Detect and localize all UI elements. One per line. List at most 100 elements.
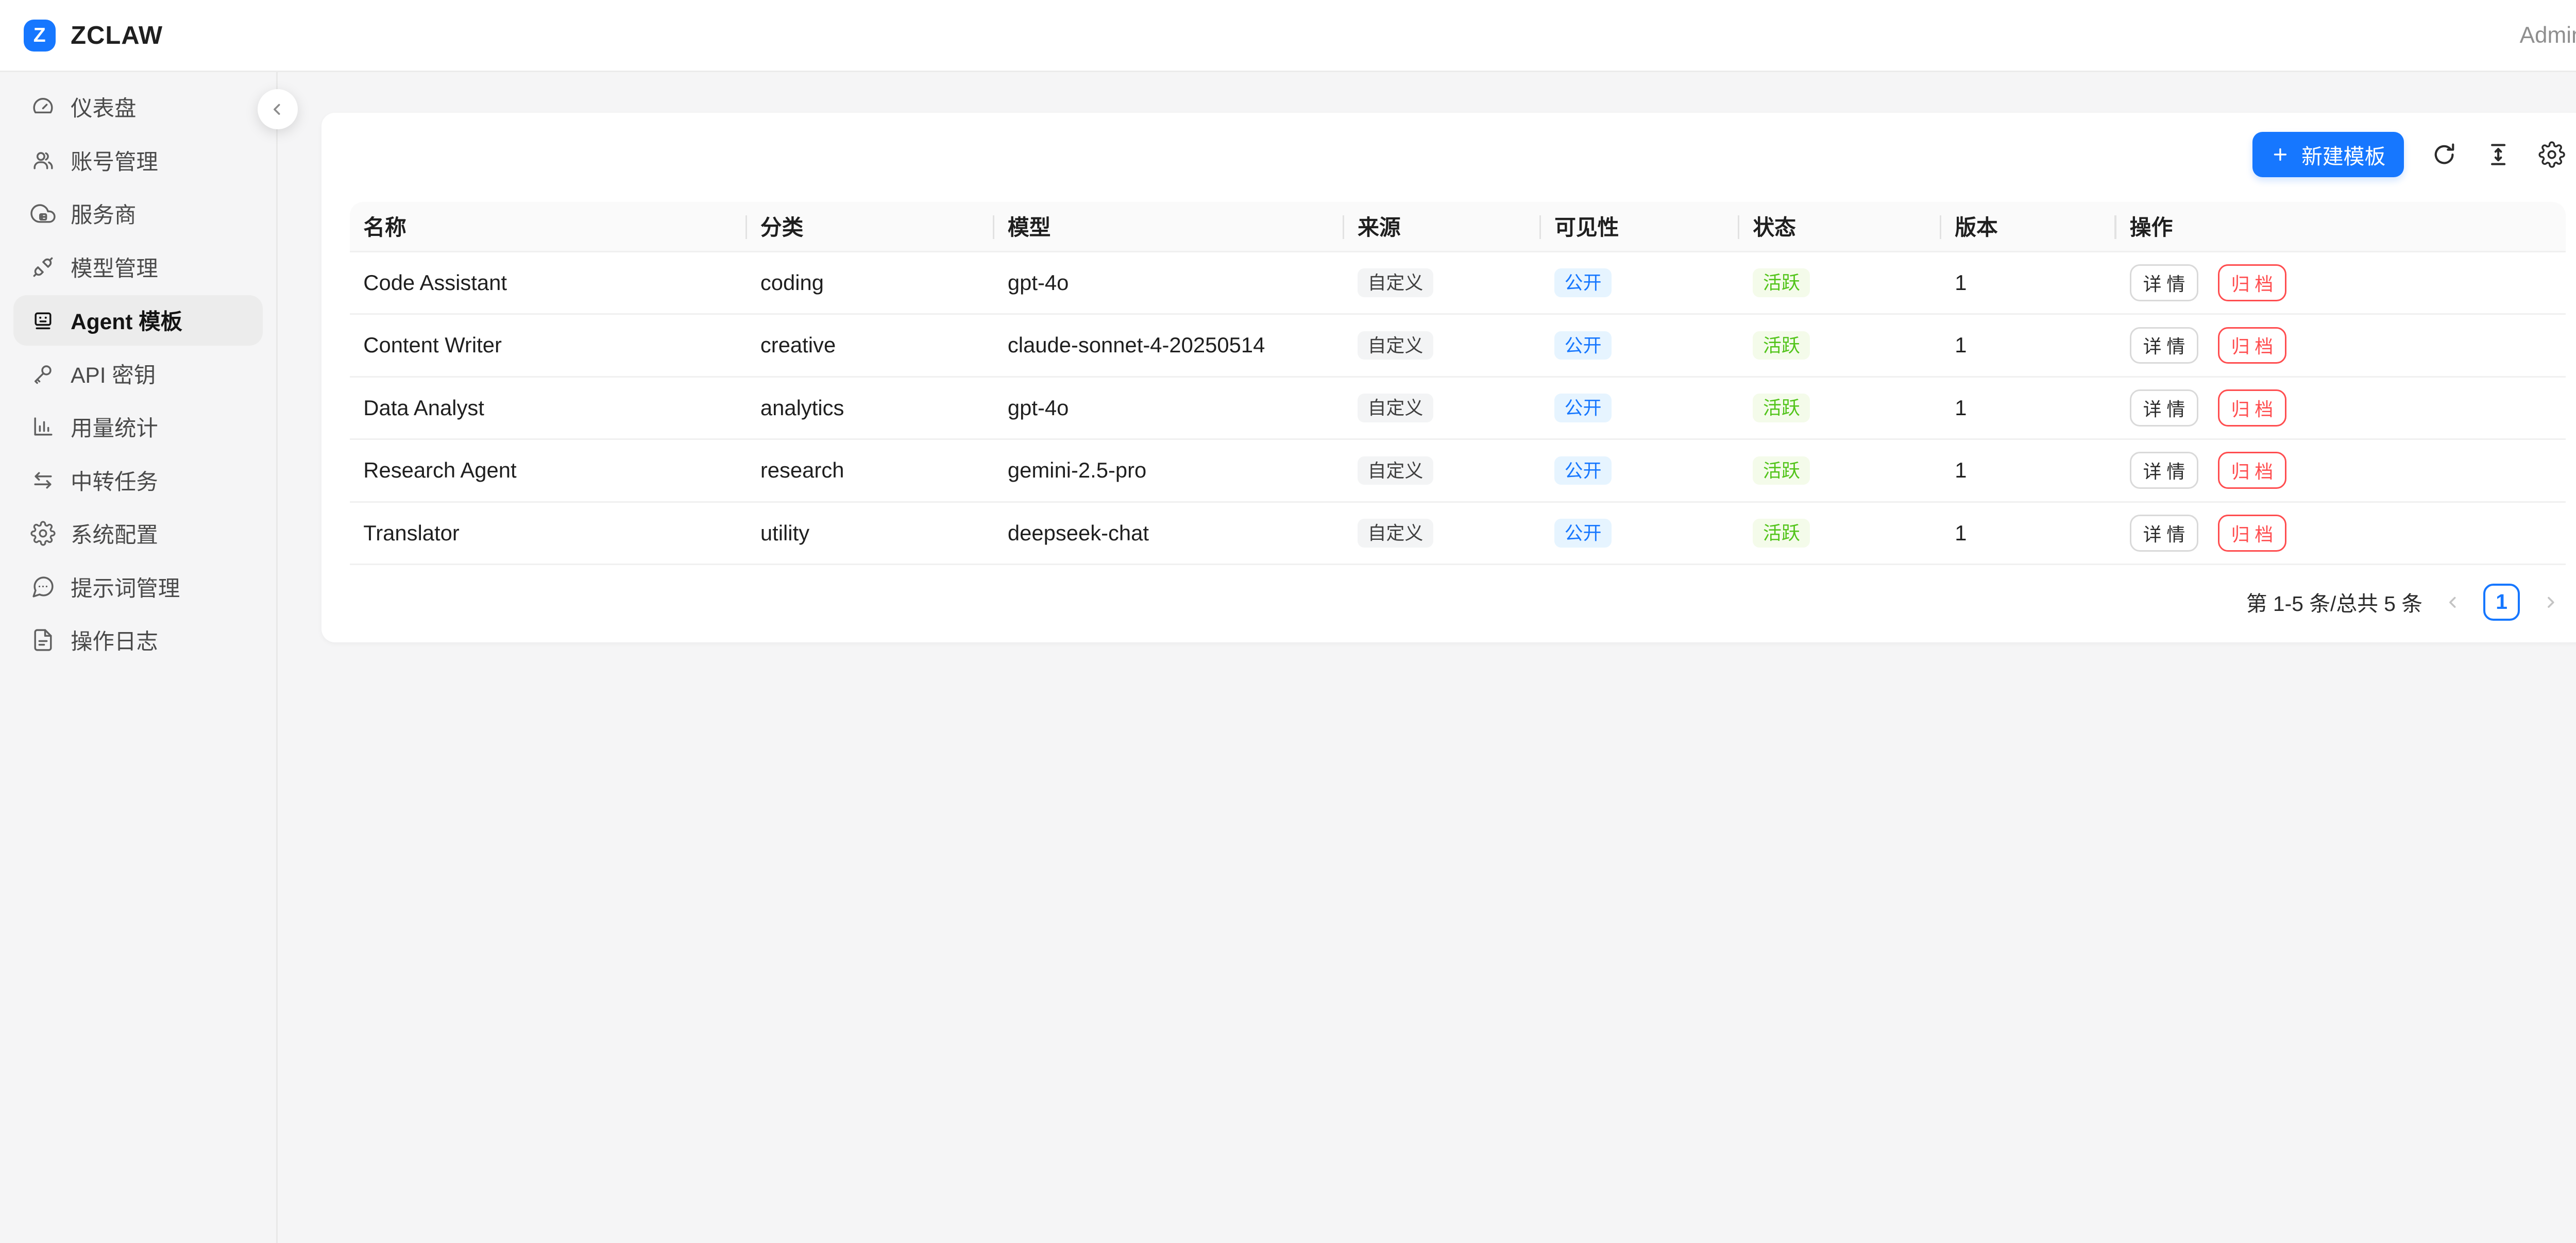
visibility-badge: 公开 (1554, 394, 1612, 422)
cell-category: creative (747, 315, 994, 377)
document-icon (30, 627, 56, 653)
content-card: 新建模板 名称 分类 模型 来源 (321, 113, 2576, 643)
column-header-status: 状态 (1739, 202, 1941, 252)
top-header: Z ZCLAW Admin (0, 0, 2576, 72)
settings-gear-icon (2538, 141, 2565, 168)
detail-button[interactable]: 详情 (2130, 264, 2198, 301)
table-row: Translator utility deepseek-chat 自定义 公开 … (350, 503, 2565, 565)
cell-category: utility (747, 503, 994, 565)
pagination-prev-button[interactable] (2437, 584, 2468, 621)
cell-version: 1 (1941, 378, 2116, 440)
sidebar-item-label: 账号管理 (71, 145, 158, 176)
table-row: Research Agent research gemini-2.5-pro 自… (350, 440, 2565, 502)
app-root: Z ZCLAW Admin 仪表盘 账号管理 服务商 模型管理 Agent 模板 (0, 0, 2576, 1243)
sidebar-collapse-button[interactable] (258, 89, 298, 129)
pagination-summary: 第 1-5 条/总共 5 条 (2246, 587, 2422, 617)
sidebar-item-label: 仪表盘 (71, 91, 136, 123)
sidebar-item-models[interactable]: 模型管理 (13, 242, 263, 293)
sidebar-item-dashboard[interactable]: 仪表盘 (13, 82, 263, 132)
templates-table: 名称 分类 模型 来源 可见性 状态 版本 操作 Code Assistant … (350, 202, 2565, 565)
detail-button[interactable]: 详情 (2130, 389, 2198, 427)
sidebar-item-accounts[interactable]: 账号管理 (13, 135, 263, 186)
status-badge: 活跃 (1753, 394, 1810, 422)
table-toolbar: 新建模板 (350, 132, 2565, 177)
source-badge: 自定义 (1358, 394, 1433, 422)
cell-version: 1 (1941, 252, 2116, 315)
sidebar-item-operation-logs[interactable]: 操作日志 (13, 615, 263, 666)
sidebar-item-label: API 密钥 (71, 358, 156, 389)
visibility-badge: 公开 (1554, 268, 1612, 297)
sidebar-item-label: 提示词管理 (71, 571, 180, 603)
column-header-name: 名称 (350, 202, 747, 252)
chevron-left-icon (269, 101, 286, 118)
new-template-button[interactable]: 新建模板 (2252, 132, 2404, 177)
brand-logo: Z (24, 20, 56, 52)
brand-name: ZCLAW (71, 21, 163, 50)
bar-chart-icon (30, 414, 56, 439)
status-badge: 活跃 (1753, 331, 1810, 360)
cell-version: 1 (1941, 440, 2116, 502)
refresh-button[interactable] (2431, 141, 2458, 168)
user-menu[interactable]: Admin (2520, 23, 2576, 48)
pagination-page-1[interactable]: 1 (2483, 584, 2520, 621)
sidebar-item-relay-tasks[interactable]: 中转任务 (13, 455, 263, 506)
column-header-model: 模型 (994, 202, 1344, 252)
column-header-source: 来源 (1344, 202, 1541, 252)
plus-icon (2271, 145, 2290, 164)
sidebar-item-label: 用量统计 (71, 411, 158, 442)
sidebar-item-prompt-management[interactable]: 提示词管理 (13, 562, 263, 612)
density-button[interactable] (2485, 141, 2512, 168)
key-icon (30, 361, 56, 386)
swap-arrows-icon (30, 468, 56, 493)
column-header-version: 版本 (1941, 202, 2116, 252)
message-icon (30, 574, 56, 600)
new-template-label: 新建模板 (2301, 140, 2385, 170)
sidebar-item-agent-templates[interactable]: Agent 模板 (13, 295, 263, 346)
sidebar-item-system-config[interactable]: 系统配置 (13, 508, 263, 559)
pagination-next-button[interactable] (2535, 584, 2566, 621)
brand-logo-letter: Z (33, 24, 46, 47)
table-row: Data Analyst analytics gpt-4o 自定义 公开 活跃 … (350, 378, 2565, 440)
archive-button[interactable]: 归档 (2218, 327, 2286, 364)
cell-category: research (747, 440, 994, 502)
cell-name: Code Assistant (350, 252, 747, 315)
archive-button[interactable]: 归档 (2218, 515, 2286, 552)
refresh-icon (2431, 141, 2458, 168)
column-header-actions: 操作 (2116, 202, 2566, 252)
table-row: Code Assistant coding gpt-4o 自定义 公开 活跃 1… (350, 252, 2565, 315)
cell-name: Data Analyst (350, 378, 747, 440)
archive-button[interactable]: 归档 (2218, 264, 2286, 301)
source-badge: 自定义 (1358, 268, 1433, 297)
table-settings-button[interactable] (2538, 141, 2565, 168)
sidebar-item-label: 中转任务 (71, 465, 158, 496)
cell-name: Content Writer (350, 315, 747, 377)
cell-model: claude-sonnet-4-20250514 (994, 315, 1344, 377)
visibility-badge: 公开 (1554, 519, 1612, 548)
cell-model: gpt-4o (994, 378, 1344, 440)
robot-icon (30, 308, 56, 333)
cell-name: Translator (350, 503, 747, 565)
archive-button[interactable]: 归档 (2218, 389, 2286, 427)
cell-version: 1 (1941, 315, 2116, 377)
sidebar-item-label: 系统配置 (71, 518, 158, 549)
column-header-category: 分类 (747, 202, 994, 252)
sidebar-item-api-keys[interactable]: API 密钥 (13, 349, 263, 399)
source-badge: 自定义 (1358, 456, 1433, 485)
cell-version: 1 (1941, 503, 2116, 565)
source-badge: 自定义 (1358, 519, 1433, 548)
sidebar-item-label: 操作日志 (71, 624, 158, 656)
cell-model: gemini-2.5-pro (994, 440, 1344, 502)
archive-button[interactable]: 归档 (2218, 452, 2286, 489)
source-badge: 自定义 (1358, 331, 1433, 360)
column-header-visibility: 可见性 (1541, 202, 1739, 252)
sidebar-item-providers[interactable]: 服务商 (13, 189, 263, 239)
detail-button[interactable]: 详情 (2130, 452, 2198, 489)
plug-icon (30, 254, 56, 280)
column-height-icon (2485, 141, 2512, 168)
detail-button[interactable]: 详情 (2130, 515, 2198, 552)
sidebar-item-usage-stats[interactable]: 用量统计 (13, 402, 263, 452)
chevron-left-icon (2445, 594, 2462, 611)
status-badge: 活跃 (1753, 268, 1810, 297)
detail-button[interactable]: 详情 (2130, 327, 2198, 364)
visibility-badge: 公开 (1554, 456, 1612, 485)
